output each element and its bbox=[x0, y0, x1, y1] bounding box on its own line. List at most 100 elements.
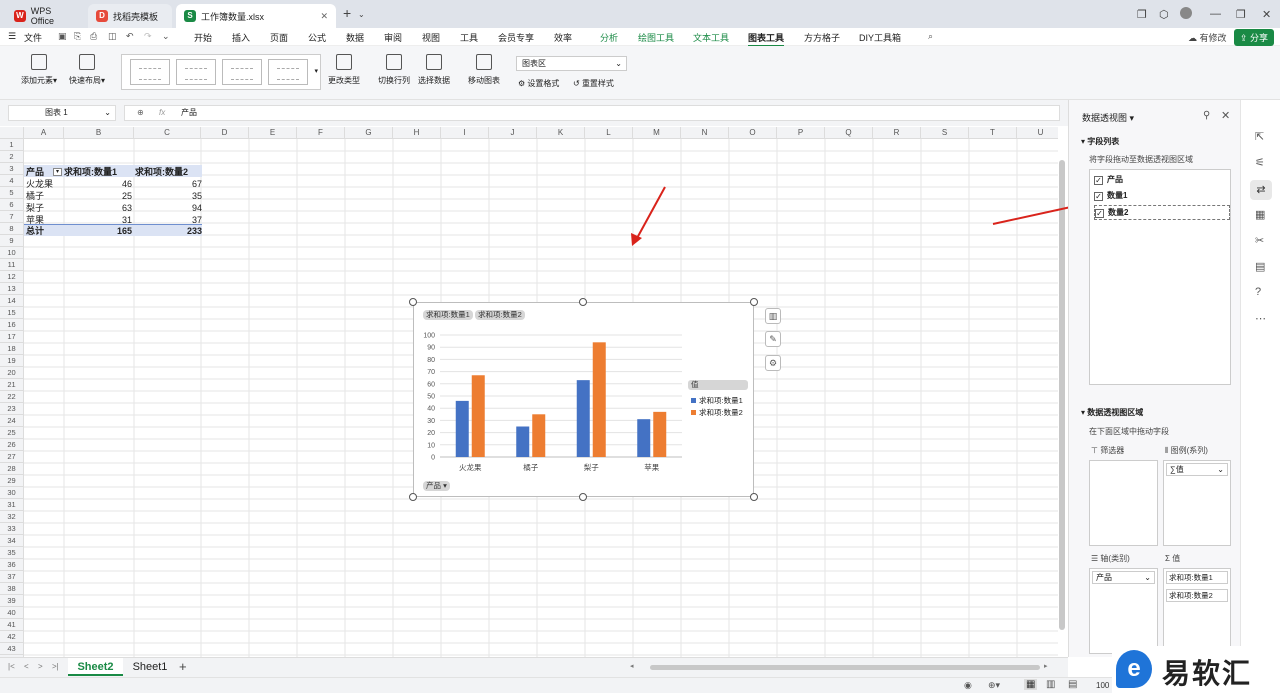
field-item-qty2[interactable]: ✓ 数量2 bbox=[1094, 205, 1230, 220]
change-type-button[interactable]: 更改类型 bbox=[326, 54, 362, 86]
vertical-scroll-thumb[interactable] bbox=[1059, 160, 1065, 630]
checkbox-checked-icon[interactable]: ✓ bbox=[1095, 209, 1104, 218]
fx-icon[interactable]: fx bbox=[159, 106, 165, 120]
row-header[interactable]: 5 bbox=[0, 187, 24, 199]
legend-field-item[interactable]: ∑值 ⌄ bbox=[1166, 463, 1228, 476]
column-header[interactable]: S bbox=[921, 127, 969, 139]
value-field-item[interactable]: 求和项:数量2 bbox=[1166, 589, 1228, 602]
row-header[interactable]: 14 bbox=[0, 295, 24, 307]
pivot-total-qty1[interactable]: 165 bbox=[64, 225, 132, 237]
quick-layout-button[interactable]: 快速布局▾ bbox=[64, 54, 110, 86]
save-icon[interactable]: ▣ bbox=[58, 31, 67, 42]
print-icon[interactable]: ⎙ bbox=[90, 31, 97, 42]
menu-text-tools[interactable]: 文本工具 bbox=[693, 31, 729, 44]
row-header[interactable]: 1 bbox=[0, 139, 24, 151]
reset-style-button[interactable]: ↺ 重置样式 bbox=[573, 78, 614, 89]
column-header[interactable]: M bbox=[633, 127, 681, 139]
axis-drop-zone[interactable]: 产品 ⌄ bbox=[1089, 568, 1158, 654]
row-header[interactable]: 34 bbox=[0, 535, 24, 547]
close-tab-icon[interactable]: ✕ bbox=[320, 11, 328, 22]
chart-style-thumb[interactable] bbox=[268, 59, 308, 85]
resize-handle[interactable] bbox=[409, 298, 417, 306]
column-header[interactable]: J bbox=[489, 127, 537, 139]
export-icon[interactable]: ⎘ bbox=[74, 31, 81, 42]
field-list-heading[interactable]: ▾ 字段列表 bbox=[1081, 136, 1119, 147]
chart-style-thumb[interactable] bbox=[130, 59, 170, 85]
menu-data[interactable]: 数据 bbox=[346, 31, 364, 44]
row-header[interactable]: 11 bbox=[0, 259, 24, 271]
modified-indicator[interactable]: ☁ 有修改 bbox=[1188, 31, 1227, 44]
switch-rowcol-button[interactable]: 切换行列 bbox=[376, 54, 412, 86]
row-header[interactable]: 15 bbox=[0, 307, 24, 319]
row-header[interactable]: 39 bbox=[0, 595, 24, 607]
properties-icon[interactable]: ⚟ bbox=[1255, 156, 1265, 169]
next-sheet-icon[interactable]: > bbox=[38, 662, 43, 671]
row-header[interactable]: 7 bbox=[0, 211, 24, 223]
pivot-cell[interactable]: 火龙果 bbox=[26, 178, 53, 190]
pivot-cell[interactable]: 橘子 bbox=[26, 190, 44, 202]
menu-home[interactable]: 开始 bbox=[194, 31, 212, 44]
row-header[interactable]: 21 bbox=[0, 379, 24, 391]
column-header[interactable]: R bbox=[873, 127, 921, 139]
minimize-icon[interactable]: — bbox=[1210, 8, 1221, 20]
column-header[interactable]: O bbox=[729, 127, 777, 139]
avatar[interactable] bbox=[1180, 7, 1192, 19]
row-header[interactable]: 9 bbox=[0, 235, 24, 247]
pivot-cell[interactable]: 46 bbox=[64, 178, 132, 190]
row-header[interactable]: 24 bbox=[0, 415, 24, 427]
preview-icon[interactable]: ◫ bbox=[108, 31, 117, 42]
close-icon[interactable]: ✕ bbox=[1262, 8, 1271, 21]
scroll-right-icon[interactable]: ▸ bbox=[1044, 662, 1048, 670]
row-header[interactable]: 23 bbox=[0, 403, 24, 415]
sheet-tab[interactable]: Sheet1 bbox=[126, 658, 174, 676]
column-header[interactable]: B bbox=[64, 127, 134, 139]
select-data-button[interactable]: 选择数据 bbox=[416, 54, 452, 86]
menu-member[interactable]: 会员专享 bbox=[498, 31, 534, 44]
resize-handle[interactable] bbox=[579, 493, 587, 501]
pivot-cell[interactable]: 35 bbox=[135, 190, 202, 202]
legend-drop-zone[interactable]: ∑值 ⌄ bbox=[1163, 460, 1231, 546]
search-icon[interactable]: ⌕ bbox=[928, 31, 933, 42]
select-cursor-icon[interactable]: ⇱ bbox=[1255, 130, 1264, 143]
redo-icon[interactable]: ↷ bbox=[144, 31, 152, 42]
column-header[interactable]: L bbox=[585, 127, 633, 139]
row-header[interactable]: 3 bbox=[0, 163, 24, 175]
add-element-button[interactable]: 添加元素▾ bbox=[16, 54, 62, 86]
row-header[interactable]: 42 bbox=[0, 631, 24, 643]
row-header[interactable]: 28 bbox=[0, 463, 24, 475]
menu-page[interactable]: 页面 bbox=[270, 31, 288, 44]
row-header[interactable]: 20 bbox=[0, 367, 24, 379]
legend-header-pill[interactable]: 值 bbox=[688, 380, 748, 390]
add-sheet-icon[interactable]: + bbox=[179, 659, 187, 674]
column-header[interactable]: A bbox=[24, 127, 64, 139]
window-icon[interactable]: ❐ bbox=[1137, 8, 1147, 21]
scroll-left-icon[interactable]: ◂ bbox=[630, 662, 634, 670]
row-header[interactable]: 4 bbox=[0, 175, 24, 187]
values-drop-zone[interactable]: 求和项:数量1 求和项:数量2 bbox=[1163, 568, 1231, 654]
row-header[interactable]: 31 bbox=[0, 499, 24, 511]
pivot-cell[interactable]: 63 bbox=[64, 202, 132, 214]
menu-formula[interactable]: 公式 bbox=[308, 31, 326, 44]
row-header[interactable]: 22 bbox=[0, 391, 24, 403]
row-header[interactable]: 27 bbox=[0, 451, 24, 463]
menu-insert[interactable]: 插入 bbox=[232, 31, 250, 44]
row-header[interactable]: 6 bbox=[0, 199, 24, 211]
page-break-icon[interactable]: ▤ bbox=[1068, 679, 1077, 690]
checkbox-checked-icon[interactable]: ✓ bbox=[1094, 192, 1103, 201]
tab-workbook[interactable]: S 工作簿数量.xlsx ✕ bbox=[176, 4, 336, 28]
axis-field-pill[interactable]: 产品 ▾ bbox=[423, 481, 450, 491]
cell-focus-icon[interactable]: ⊕▾ bbox=[988, 680, 1000, 691]
row-header[interactable]: 2 bbox=[0, 151, 24, 163]
row-header[interactable]: 35 bbox=[0, 547, 24, 559]
row-header[interactable]: 37 bbox=[0, 571, 24, 583]
pin-icon[interactable]: ⚲ bbox=[1203, 110, 1210, 121]
column-header[interactable]: H bbox=[393, 127, 441, 139]
field-item-qty1[interactable]: ✓ 数量1 bbox=[1094, 190, 1127, 201]
close-panel-icon[interactable]: ✕ bbox=[1221, 109, 1230, 122]
pivot-cell[interactable]: 67 bbox=[135, 178, 202, 190]
row-header[interactable]: 13 bbox=[0, 283, 24, 295]
filter-dropdown-icon[interactable]: ▾ bbox=[53, 168, 62, 176]
column-header[interactable]: E bbox=[249, 127, 297, 139]
chart-element-select[interactable]: 图表区 ⌄ bbox=[516, 56, 627, 71]
row-header[interactable]: 43 bbox=[0, 643, 24, 655]
